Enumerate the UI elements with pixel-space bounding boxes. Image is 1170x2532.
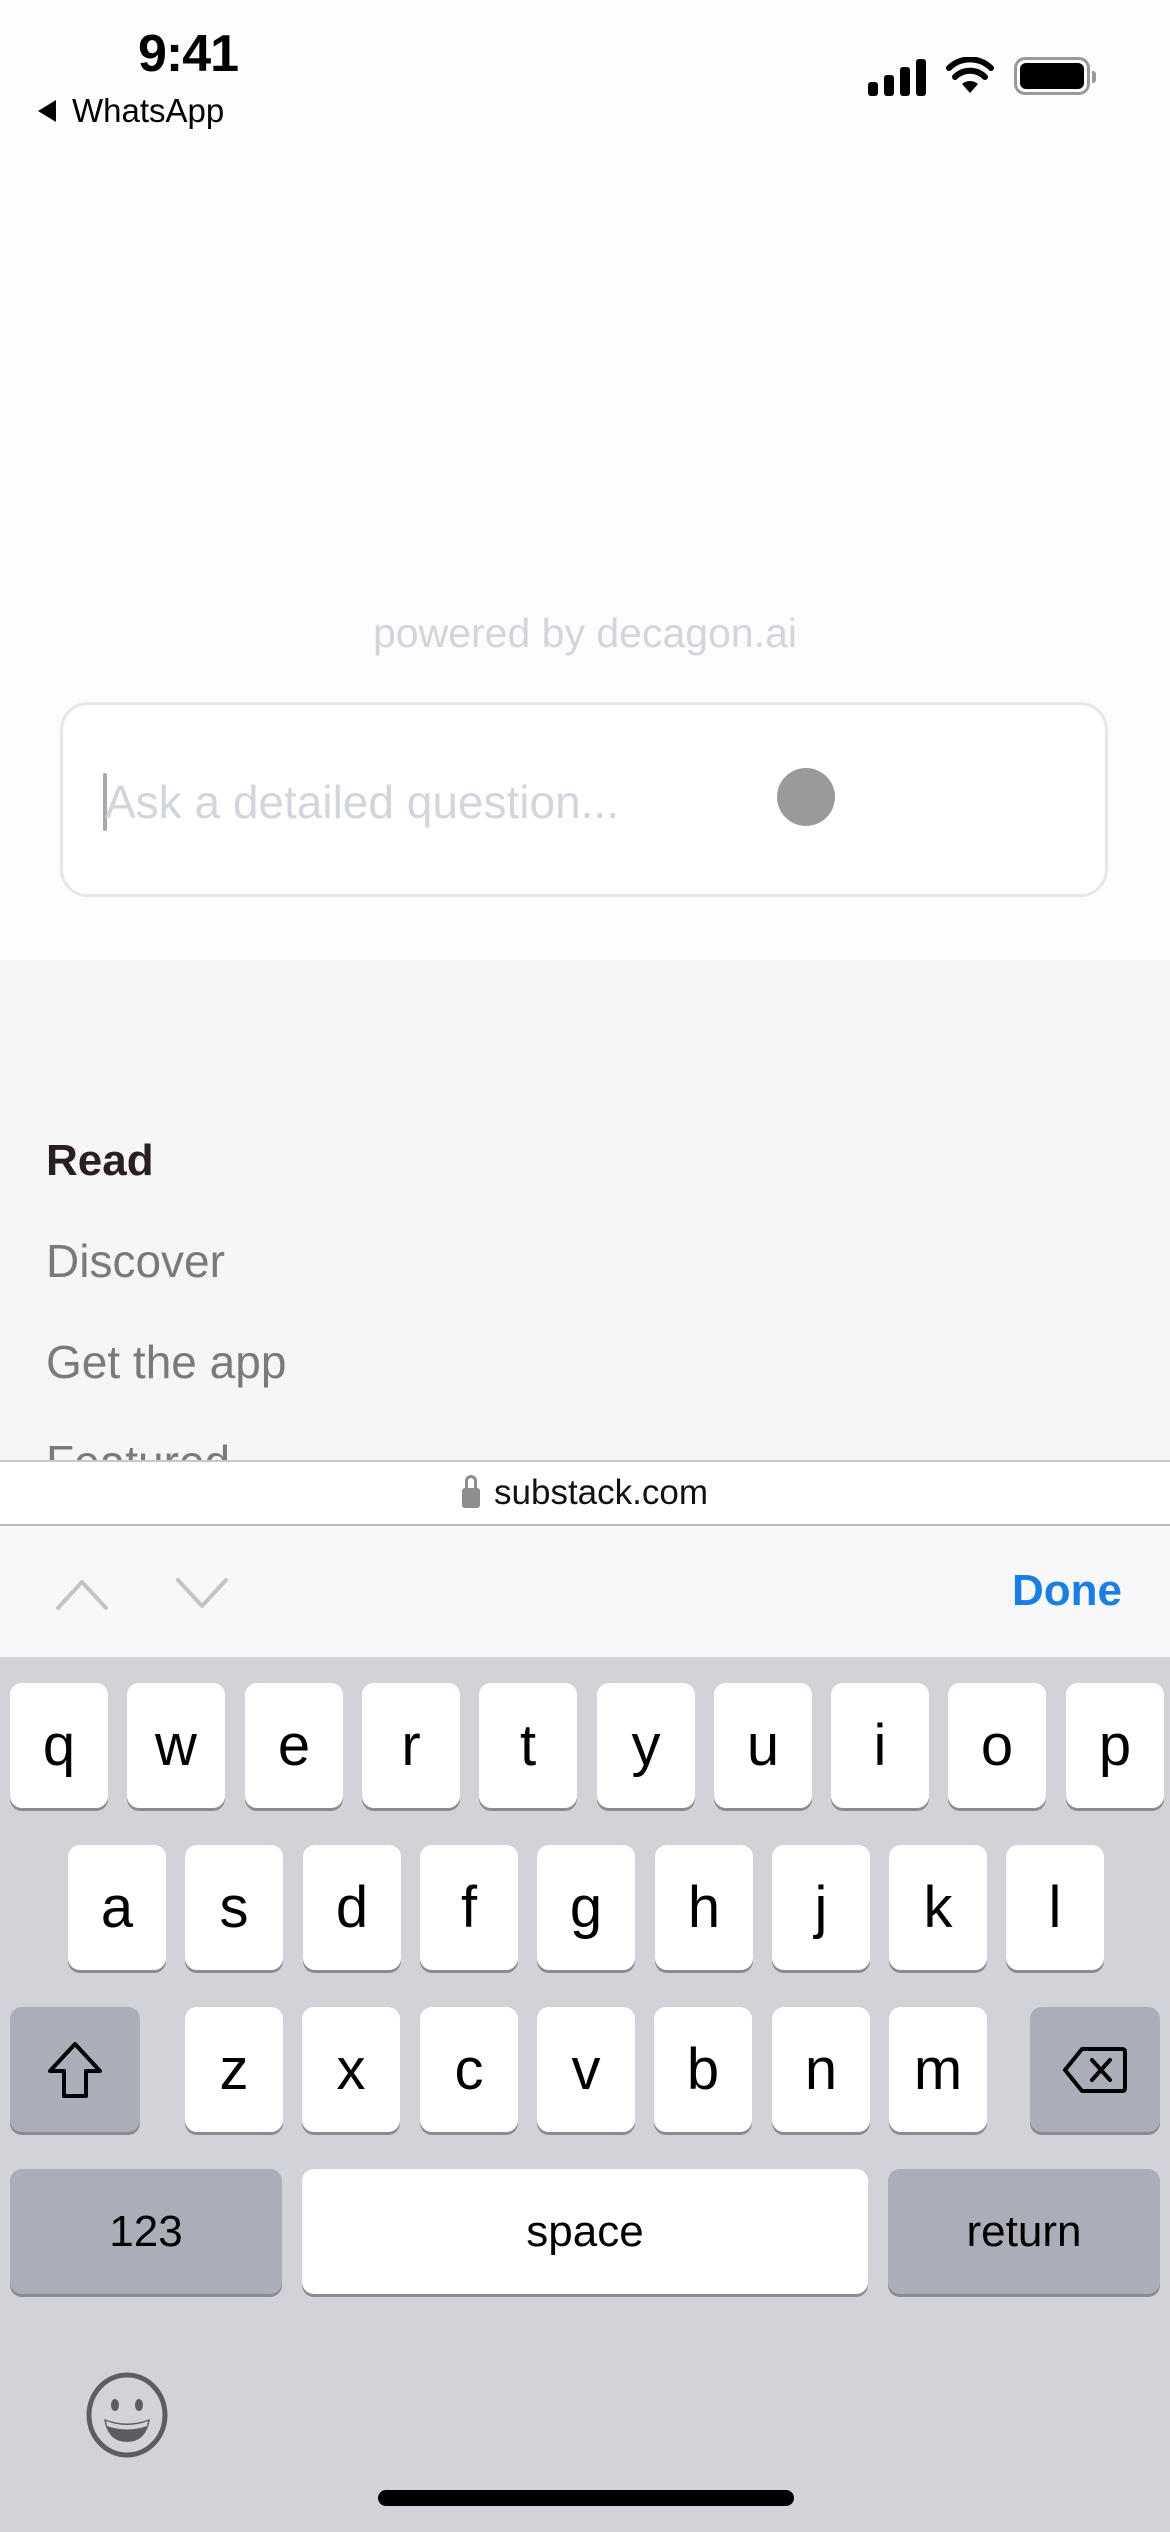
key-c[interactable]: c xyxy=(420,2007,518,2132)
key-t[interactable]: t xyxy=(479,1683,577,1808)
key-z[interactable]: z xyxy=(185,2007,283,2132)
delete-icon xyxy=(1063,2046,1127,2093)
delete-key[interactable] xyxy=(1030,2007,1160,2132)
key-s[interactable]: s xyxy=(185,1845,283,1970)
return-key[interactable]: return xyxy=(888,2169,1160,2294)
powered-by-label: powered by decagon.ai xyxy=(373,610,797,656)
key-b[interactable]: b xyxy=(654,2007,752,2132)
question-input[interactable]: Ask a detailed question... xyxy=(60,702,1108,897)
key-g[interactable]: g xyxy=(537,1845,635,1970)
nav-item-discover[interactable]: Discover xyxy=(46,1234,225,1288)
home-indicator xyxy=(378,2490,794,2506)
key-v[interactable]: v xyxy=(537,2007,635,2132)
done-button[interactable]: Done xyxy=(1012,1566,1122,1616)
key-r[interactable]: r xyxy=(362,1683,460,1808)
back-app-label: WhatsApp xyxy=(72,92,225,129)
key-n[interactable]: n xyxy=(772,2007,870,2132)
key-u[interactable]: u xyxy=(714,1683,812,1808)
nav-item-get-the-app[interactable]: Get the app xyxy=(46,1335,286,1389)
next-field-button[interactable] xyxy=(172,1564,232,1624)
chevron-up-icon xyxy=(56,1580,108,1610)
key-m[interactable]: m xyxy=(889,2007,987,2132)
emoji-icon[interactable] xyxy=(84,2372,170,2458)
battery-icon xyxy=(1014,57,1096,95)
chevron-down-icon xyxy=(176,1578,228,1608)
back-triangle-icon xyxy=(38,100,56,122)
key-e[interactable]: e xyxy=(245,1683,343,1808)
numbers-key[interactable]: 123 xyxy=(10,2169,282,2294)
previous-field-button[interactable] xyxy=(52,1564,112,1624)
status-time: 9:41 xyxy=(138,25,239,83)
key-d[interactable]: d xyxy=(303,1845,401,1970)
nav-item-featured[interactable]: Featured xyxy=(46,1435,230,1460)
url-text: substack.com xyxy=(494,1473,708,1512)
question-input-placeholder: Ask a detailed question... xyxy=(105,776,619,828)
nav-item-read[interactable]: Read xyxy=(46,1136,154,1186)
keyboard: 123 space return qwertyuiop asdfghjkl zxcv… xyxy=(0,1657,1170,2532)
key-k[interactable]: k xyxy=(889,1845,987,1970)
key-h[interactable]: h xyxy=(655,1845,753,1970)
key-f[interactable]: f xyxy=(420,1845,518,1970)
shift-key[interactable] xyxy=(10,2007,140,2132)
key-i[interactable]: i xyxy=(831,1683,929,1808)
key-a[interactable]: a xyxy=(68,1845,166,1970)
loading-dot-icon xyxy=(777,768,835,826)
wifi-icon xyxy=(946,57,994,93)
key-w[interactable]: w xyxy=(127,1683,225,1808)
status-icons xyxy=(868,56,1096,96)
key-o[interactable]: o xyxy=(948,1683,1046,1808)
key-l[interactable]: l xyxy=(1006,1845,1104,1970)
page-nav: Read Discover Get the app Featured xyxy=(0,960,1170,1460)
key-p[interactable]: p xyxy=(1066,1683,1164,1808)
keyboard-accessory-bar: Done xyxy=(0,1526,1170,1657)
browser-url-bar[interactable]: substack.com xyxy=(0,1460,1170,1526)
lock-icon xyxy=(462,1475,481,1508)
space-key[interactable]: space xyxy=(302,2169,868,2294)
back-to-app-button[interactable]: WhatsApp xyxy=(38,92,224,130)
cellular-signal-icon xyxy=(868,56,926,96)
key-q[interactable]: q xyxy=(10,1683,108,1808)
shift-icon xyxy=(48,2041,102,2098)
key-y[interactable]: y xyxy=(597,1683,695,1808)
key-j[interactable]: j xyxy=(772,1845,870,1970)
key-x[interactable]: x xyxy=(302,2007,400,2132)
